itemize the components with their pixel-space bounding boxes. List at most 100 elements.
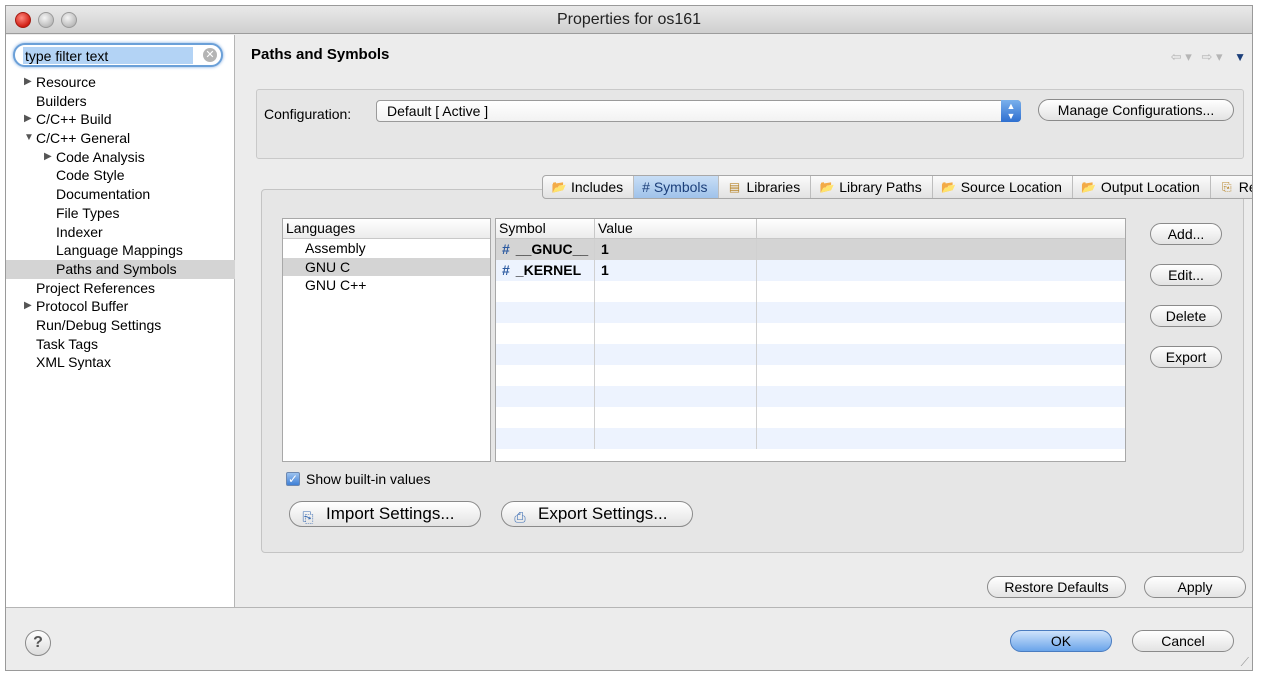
table-row[interactable]: [496, 407, 1125, 428]
edit-button[interactable]: Edit...: [1150, 264, 1222, 286]
tree-item[interactable]: ▼ C/C++ General: [6, 129, 235, 148]
forward-arrow-icon[interactable]: ⇨ ▾: [1201, 49, 1222, 64]
import-settings-icon: ⎘: [302, 509, 314, 525]
tree-item[interactable]: Run/Debug Settings: [6, 316, 235, 335]
help-icon[interactable]: ?: [25, 630, 51, 656]
window-title: Properties for os161: [556, 11, 702, 28]
filter-field[interactable]: ✕: [13, 43, 223, 67]
delete-button[interactable]: Delete: [1150, 305, 1222, 327]
symbol-cell: # __GNUC__: [496, 239, 595, 260]
symbol-column-header[interactable]: Symbol: [496, 219, 595, 238]
symbol-cell: [496, 407, 595, 428]
tree-item[interactable]: ▶ Protocol Buffer: [6, 297, 235, 316]
tree-item[interactable]: Project References: [6, 279, 235, 298]
manage-configurations-button[interactable]: Manage Configurations...: [1038, 99, 1234, 121]
tab-library-paths[interactable]: 📂 Library Paths: [811, 176, 933, 198]
configuration-group: Configuration: Default [ Active ] ▲ ▼ Man…: [256, 89, 1244, 159]
tree-item[interactable]: XML Syntax: [6, 353, 235, 372]
table-row[interactable]: [496, 323, 1125, 344]
import-settings-button[interactable]: ⎘ Import Settings...: [289, 501, 481, 527]
tab-label: Source Location: [960, 178, 1062, 195]
value-cell: [595, 407, 757, 428]
tree-item-label: XML Syntax: [36, 354, 111, 371]
view-menu-icon[interactable]: ▼: [1234, 50, 1246, 64]
tab-libraries[interactable]: ▤ Libraries: [719, 176, 812, 198]
restore-defaults-button[interactable]: Restore Defaults: [987, 576, 1126, 598]
tree-item[interactable]: Builders: [6, 92, 235, 111]
tab-label: Includes: [571, 178, 624, 195]
table-row[interactable]: # __GNUC__ 1: [496, 239, 1125, 260]
languages-header: Languages: [283, 219, 490, 239]
tree-item[interactable]: ▶ Code Analysis: [6, 148, 235, 167]
tab-includes[interactable]: 📂 Includes: [543, 176, 635, 198]
language-item[interactable]: GNU C++: [283, 276, 490, 295]
collapsed-arrow-icon[interactable]: ▶: [44, 148, 52, 166]
languages-list[interactable]: Languages Assembly GNU C GNU C++: [282, 218, 491, 462]
tab-label: References: [1238, 178, 1252, 195]
expanded-arrow-icon[interactable]: ▼: [24, 129, 34, 147]
table-row[interactable]: [496, 365, 1125, 386]
tree-item[interactable]: ▶ Resource: [6, 73, 235, 92]
table-row[interactable]: [496, 428, 1125, 449]
table-row[interactable]: [496, 386, 1125, 407]
source-location-icon: 📂: [941, 180, 957, 194]
tree-item[interactable]: Task Tags: [6, 335, 235, 354]
tree-item[interactable]: Paths and Symbols: [6, 259, 235, 279]
configuration-select[interactable]: Default [ Active ] ▲ ▼: [376, 100, 1021, 122]
tab-bar: 📂 Includes # Symbols ▤ Libraries 📂 Library Pat…: [542, 175, 1252, 199]
title-bar[interactable]: Properties for os161: [6, 6, 1252, 34]
show-builtin-checkbox[interactable]: ✓: [286, 472, 300, 486]
collapsed-arrow-icon[interactable]: ▶: [24, 110, 32, 128]
import-settings-label: Import Settings...: [326, 504, 455, 523]
symbol-value: 1: [601, 262, 609, 278]
tree-item-label: C/C++ General: [36, 130, 131, 147]
filter-input[interactable]: [23, 47, 193, 64]
export-button[interactable]: Export: [1150, 346, 1222, 368]
export-settings-button[interactable]: ⎙ Export Settings...: [501, 501, 693, 527]
symbols-table[interactable]: Symbol Value # __GNUC__ 1 # _KERNEL 1: [495, 218, 1126, 462]
symbol-value: 1: [601, 241, 609, 257]
libraries-icon: ▤: [728, 180, 741, 194]
table-row[interactable]: [496, 344, 1125, 365]
tab-label: Library Paths: [839, 178, 922, 195]
apply-button[interactable]: Apply: [1144, 576, 1246, 598]
table-row[interactable]: # _KERNEL 1: [496, 260, 1125, 281]
language-item[interactable]: GNU C: [283, 257, 490, 277]
table-row[interactable]: [496, 302, 1125, 323]
symbol-cell: [496, 323, 595, 344]
back-arrow-icon[interactable]: ⇦ ▾: [1171, 49, 1192, 64]
resize-grip-icon[interactable]: ⟋: [1241, 655, 1249, 670]
tab-source-location[interactable]: 📂 Source Location: [933, 176, 1073, 198]
value-cell: [595, 428, 757, 449]
tab-references[interactable]: ⎘ References: [1211, 176, 1252, 198]
tab-output-location[interactable]: 📂 Output Location: [1073, 176, 1211, 198]
collapsed-arrow-icon[interactable]: ▶: [24, 297, 32, 315]
language-item[interactable]: Assembly: [283, 239, 490, 258]
tab-label: # Symbols: [642, 178, 708, 195]
cancel-button[interactable]: Cancel: [1132, 630, 1234, 652]
tree-item[interactable]: File Types: [6, 204, 235, 223]
property-pages-pane: ✕ ▶ResourceBuilders▶C/C++ Build▼C/C++ Ge…: [6, 35, 235, 607]
tree-item[interactable]: Indexer: [6, 223, 235, 242]
table-row[interactable]: [496, 281, 1125, 302]
ok-button[interactable]: OK: [1010, 630, 1112, 652]
tree-item-label: File Types: [56, 204, 120, 221]
empty-cell: [757, 386, 1125, 407]
export-settings-icon: ⎙: [514, 509, 526, 525]
show-builtin-row[interactable]: ✓ Show built-in values: [286, 471, 431, 487]
clear-filter-icon[interactable]: ✕: [203, 48, 217, 62]
tab-symbols[interactable]: # Symbols: [634, 176, 719, 198]
tree-item[interactable]: Language Mappings: [6, 241, 235, 260]
value-cell: [595, 365, 757, 386]
add-button[interactable]: Add...: [1150, 223, 1222, 245]
tree-item[interactable]: Documentation: [6, 185, 235, 204]
collapsed-arrow-icon[interactable]: ▶: [24, 73, 32, 91]
tree-item[interactable]: Code Style: [6, 166, 235, 185]
tree-item[interactable]: ▶ C/C++ Build: [6, 110, 235, 129]
value-column-header[interactable]: Value: [595, 219, 757, 238]
empty-cell: [757, 260, 1125, 281]
history-nav: ⇦ ▾ ⇨ ▾ ▼: [1171, 49, 1246, 65]
tree-item-label: Run/Debug Settings: [36, 316, 162, 333]
value-cell: [595, 344, 757, 365]
value-cell: [595, 281, 757, 302]
